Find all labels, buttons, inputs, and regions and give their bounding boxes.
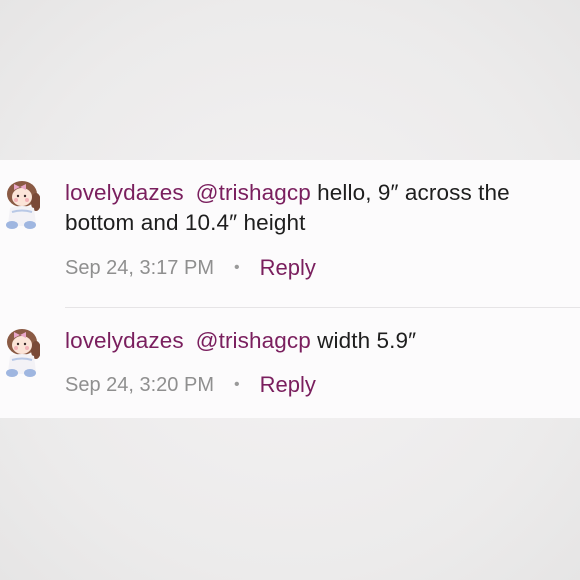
user-avatar-icon[interactable] [0, 178, 40, 236]
meta-separator: • [233, 376, 240, 393]
comment-meta: Sep 24, 3:20 PM • Reply [65, 370, 570, 400]
comment-timestamp: Sep 24, 3:20 PM [65, 374, 214, 396]
reply-button[interactable]: Reply [260, 253, 316, 283]
mention-link[interactable]: @trishagcp [196, 180, 311, 205]
comment-text: lovelydazes @trishagcp hello, 9″ across t… [65, 178, 570, 238]
comment-body: lovelydazes @trishagcp width 5.9″ Sep 24,… [65, 326, 570, 400]
comment-meta: Sep 24, 3:17 PM • Reply [65, 253, 570, 283]
username-link[interactable]: lovelydazes [65, 328, 184, 353]
reply-button[interactable]: Reply [260, 370, 316, 400]
mention-link[interactable]: @trishagcp [196, 328, 311, 353]
comment-body: lovelydazes @trishagcp hello, 9″ across t… [65, 178, 570, 283]
comment-text: lovelydazes @trishagcp width 5.9″ [65, 326, 570, 356]
comment-message: width 5.9″ [310, 328, 417, 353]
comments-panel: lovelydazes @trishagcp hello, 9″ across t… [0, 160, 580, 418]
comment-divider [65, 307, 580, 308]
meta-separator: • [233, 259, 240, 276]
username-link[interactable]: lovelydazes [65, 180, 184, 205]
comment-timestamp: Sep 24, 3:17 PM [65, 257, 214, 279]
user-avatar-icon[interactable] [0, 326, 40, 384]
